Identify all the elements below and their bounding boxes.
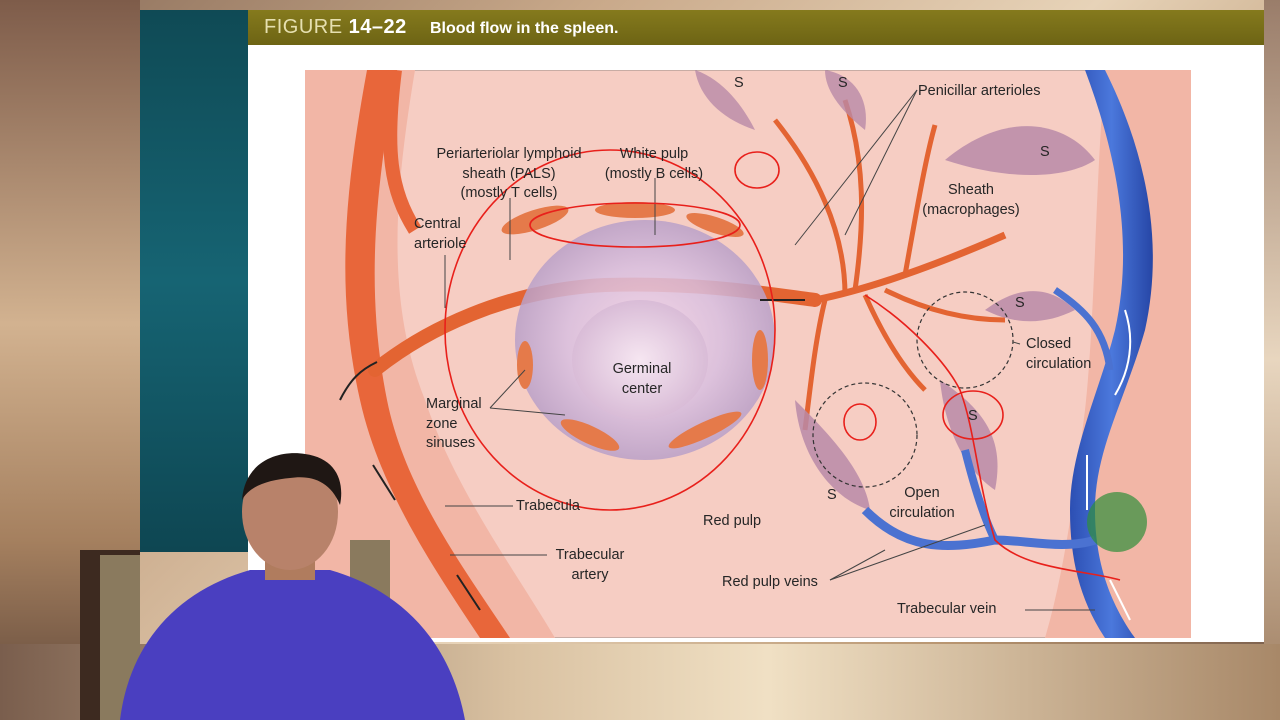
presenter-video-overlay bbox=[80, 453, 465, 720]
label-pals-line3: (mostly T cells) bbox=[460, 185, 558, 202]
label-sheath-line2: (macrophages) bbox=[922, 201, 1020, 218]
label-sheath-line1: Sheath bbox=[948, 182, 994, 198]
label-closed-line2: circulation bbox=[1026, 355, 1092, 372]
background-right bbox=[1264, 0, 1280, 720]
label-marginal-line2: zone bbox=[426, 415, 458, 432]
label-pals: Periarteriolar lymphoid sheath (PALS) (m… bbox=[428, 145, 590, 204]
sinus-marker: S bbox=[838, 75, 848, 91]
marginal-sinus bbox=[752, 330, 768, 390]
label-germinal-line1: Germinal bbox=[612, 361, 672, 377]
label-pals-line1: Periarteriolar lymphoid bbox=[436, 146, 582, 162]
label-open-line1: Open bbox=[904, 485, 940, 501]
label-central-line1: Central bbox=[414, 216, 461, 232]
figure-title-bar: FIGURE 14–22 Blood flow in the spleen. bbox=[248, 10, 1264, 45]
label-white-pulp-line2: (mostly B cells) bbox=[604, 165, 704, 182]
figure-label: FIGURE 14–22 bbox=[264, 16, 407, 39]
sinus-marker: S bbox=[1040, 144, 1050, 160]
figure-title: Blood flow in the spleen. bbox=[430, 20, 619, 37]
label-germinal-center: Germinal center bbox=[600, 360, 684, 399]
label-trab-artery-line2: artery bbox=[571, 566, 609, 583]
sinus-marker: S bbox=[1015, 295, 1025, 311]
label-trabecular-vein: Trabecular vein bbox=[897, 601, 997, 617]
label-marginal-line1: Marginal bbox=[426, 396, 482, 412]
label-pals-line2: sheath (PALS) bbox=[462, 165, 556, 182]
cursor-highlight bbox=[1087, 492, 1147, 552]
label-closed-line1: Closed bbox=[1026, 336, 1072, 352]
label-germinal-line2: center bbox=[621, 380, 663, 397]
label-open-circulation: Open circulation bbox=[880, 484, 964, 523]
label-trab-artery-line1: Trabecular bbox=[555, 547, 625, 563]
label-red-pulp: Red pulp bbox=[703, 513, 762, 529]
sinus-marker: S bbox=[827, 487, 837, 503]
label-white-pulp: White pulp (mostly B cells) bbox=[596, 145, 712, 184]
label-white-pulp-line1: White pulp bbox=[619, 146, 689, 162]
sinus-marker: S bbox=[734, 75, 744, 91]
shirt bbox=[120, 570, 465, 720]
marginal-sinus bbox=[517, 341, 533, 389]
label-penicillar-arterioles: Penicillar arterioles bbox=[918, 83, 1041, 99]
label-red-pulp-veins: Red pulp veins bbox=[722, 574, 818, 590]
label-sheath: Sheath (macrophages) bbox=[912, 181, 1030, 220]
label-trabecular-artery: Trabecular artery bbox=[548, 546, 632, 585]
sinus-marker: S bbox=[968, 408, 978, 424]
label-open-line2: circulation bbox=[889, 504, 955, 521]
label-central-line2: arteriole bbox=[414, 235, 467, 252]
label-closed-circulation: Closed circulation bbox=[1026, 335, 1091, 374]
figure-word: FIGURE bbox=[264, 16, 343, 38]
label-central-arteriole: Central arteriole bbox=[414, 215, 466, 254]
label-trabecula: Trabecula bbox=[516, 498, 580, 514]
figure-number: 14–22 bbox=[348, 16, 407, 38]
